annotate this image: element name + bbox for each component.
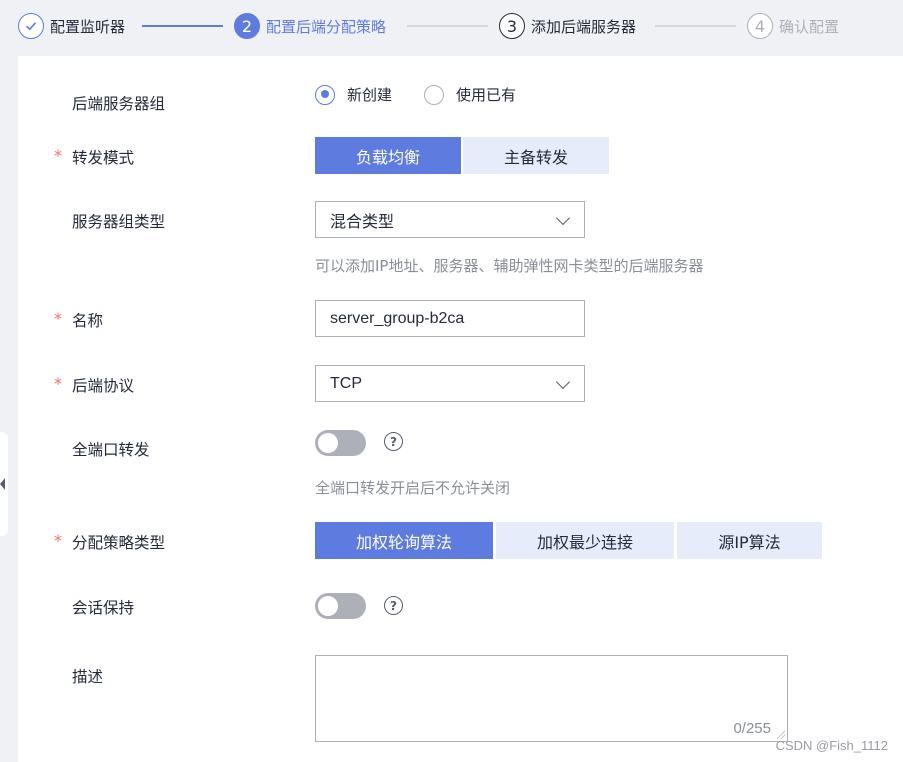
algorithm-label: 分配策略类型 [72, 534, 166, 552]
session-help-icon[interactable]: ? [384, 596, 403, 615]
step-number: 4 [747, 13, 773, 39]
toggle-knob [318, 433, 338, 453]
algorithm-weighted-least-connections-button[interactable]: 加权最少连接 [496, 522, 674, 559]
chevron-down-icon [555, 210, 571, 226]
stepper: 配置监听器 2 配置后端分配策略 3 添加后端服务器 4 确认配置 [0, 0, 903, 52]
radio-label: 使用已有 [456, 86, 517, 104]
name-label: 名称 [72, 312, 104, 330]
name-value: server_group-b2ca [330, 309, 465, 327]
all-port-label: 全端口转发 [72, 441, 150, 459]
collapse-arrow-icon [0, 478, 5, 490]
step-label: 配置后端分配策略 [266, 17, 387, 36]
step-number: 2 [234, 13, 260, 39]
step-connector [655, 25, 736, 27]
step-label: 确认配置 [779, 17, 840, 36]
chevron-down-icon [555, 374, 571, 390]
all-port-hint: 全端口转发开启后不允许关闭 [315, 479, 511, 497]
check-icon [18, 13, 44, 39]
session-label: 会话保持 [72, 599, 135, 617]
group-type-select[interactable]: 混合类型 [315, 201, 585, 238]
radio-use-existing[interactable]: 使用已有 [424, 84, 516, 105]
step-number: 3 [499, 13, 525, 39]
forward-mode-label: 转发模式 [72, 149, 135, 167]
step-label: 添加后端服务器 [531, 17, 637, 36]
step-configure-backend-policy[interactable]: 2 配置后端分配策略 [234, 12, 386, 40]
group-type-value: 混合类型 [330, 213, 395, 231]
char-counter: 0/255 [733, 720, 771, 737]
name-input[interactable]: server_group-b2ca [315, 300, 585, 337]
radio-dot [424, 84, 444, 105]
protocol-value: TCP [330, 374, 362, 392]
radio-create-new[interactable]: 新创建 [315, 84, 392, 105]
forward-mode-active-standby-button[interactable]: 主备转发 [463, 137, 609, 174]
group-type-label: 服务器组类型 [72, 213, 166, 231]
all-port-help-icon[interactable]: ? [384, 432, 403, 451]
required-mark: * [54, 309, 62, 328]
required-mark: * [54, 374, 62, 393]
step-label: 配置监听器 [50, 17, 126, 36]
algorithm-weighted-round-robin-button[interactable]: 加权轮询算法 [315, 522, 493, 559]
description-textarea[interactable]: 0/255 [315, 655, 788, 742]
radio-dot [315, 84, 335, 105]
step-confirm-config: 4 确认配置 [747, 12, 839, 40]
watermark: CSDN @Fish_1112 [775, 738, 888, 753]
required-mark: * [54, 146, 62, 165]
required-mark: * [54, 531, 62, 550]
algorithm-source-ip-button[interactable]: 源IP算法 [677, 522, 822, 559]
protocol-select[interactable]: TCP [315, 365, 585, 402]
forward-mode-load-balance-button[interactable]: 负载均衡 [315, 137, 461, 174]
all-port-toggle[interactable] [315, 430, 366, 456]
radio-label: 新创建 [347, 86, 393, 104]
description-label: 描述 [72, 668, 104, 686]
session-toggle[interactable] [315, 593, 366, 619]
step-connector [407, 25, 488, 27]
step-configure-listener[interactable]: 配置监听器 [18, 12, 125, 40]
toggle-knob [318, 596, 338, 616]
step-add-backend-servers[interactable]: 3 添加后端服务器 [499, 12, 636, 40]
step-connector [142, 25, 223, 27]
protocol-label: 后端协议 [72, 377, 135, 395]
group-type-hint: 可以添加IP地址、服务器、辅助弹性网卡类型的后端服务器 [315, 257, 704, 275]
backend-group-label: 后端服务器组 [72, 95, 166, 113]
